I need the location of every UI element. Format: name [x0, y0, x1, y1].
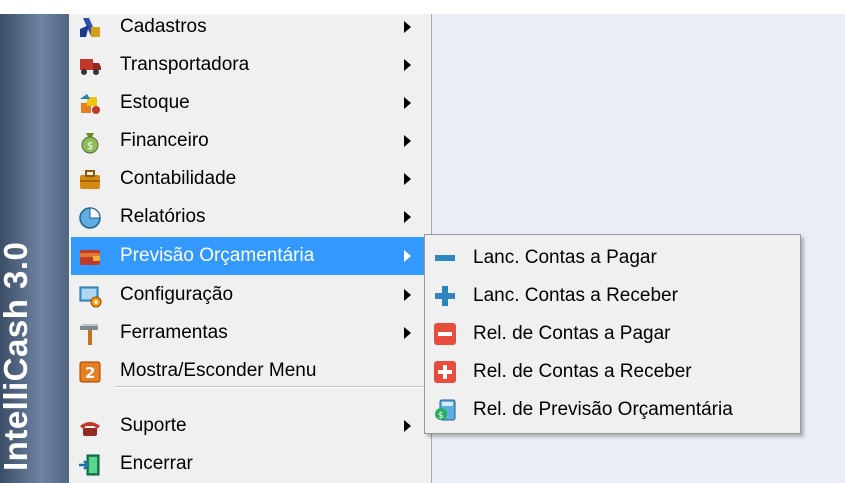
plus-icon: [433, 284, 457, 308]
submenu-previsao-orcamentaria: Lanc. Contas a Pagar Lanc. Contas a Rece…: [424, 234, 801, 434]
side-banner: IntelliCash 3.0: [0, 14, 69, 483]
menu-item-cadastros[interactable]: Cadastros: [71, 8, 429, 46]
settings-icon: [77, 283, 103, 309]
hammer-icon: [77, 321, 103, 347]
submenu-item-label: Rel. de Previsão Orçamentária: [473, 399, 733, 420]
submenu-arrow-icon: [404, 289, 411, 301]
menu-item-suporte[interactable]: Suporte: [71, 407, 429, 445]
registry-icon: [77, 15, 103, 41]
svg-text:$: $: [438, 411, 444, 421]
submenu-arrow-icon: [404, 135, 411, 147]
pie-chart-icon: [77, 205, 103, 231]
submenu-item-lanc-contas-a-pagar[interactable]: Lanc. Contas a Pagar: [427, 239, 797, 277]
menu-item-label: Suporte: [120, 415, 187, 436]
menu-separator: [115, 386, 427, 388]
submenu-arrow-icon: [404, 250, 411, 262]
briefcase-icon: [77, 167, 103, 193]
submenu-item-rel-contas-a-receber[interactable]: Rel. de Contas a Receber: [427, 353, 797, 391]
budget-calculator-icon: $: [433, 398, 457, 422]
svg-text:$: $: [87, 141, 93, 152]
banner-title: IntelliCash 3.0: [0, 241, 34, 471]
menu-item-label: Cadastros: [120, 16, 207, 37]
menu-item-configuracao[interactable]: Configuração: [71, 276, 429, 314]
menu-item-label: Mostra/Esconder Menu: [120, 360, 317, 381]
submenu-item-label: Rel. de Contas a Pagar: [473, 323, 671, 344]
menu-item-contabilidade[interactable]: Contabilidade: [71, 160, 429, 198]
submenu-item-rel-contas-a-pagar[interactable]: Rel. de Contas a Pagar: [427, 315, 797, 353]
menu-item-ferramentas[interactable]: Ferramentas: [71, 314, 429, 352]
menu-item-financeiro[interactable]: $ Financeiro: [71, 122, 429, 160]
submenu-arrow-icon: [404, 327, 411, 339]
submenu-arrow-icon: [404, 59, 411, 71]
menu-item-estoque[interactable]: Estoque: [71, 84, 429, 122]
menu-item-label: Estoque: [120, 92, 190, 113]
submenu-arrow-icon: [404, 21, 411, 33]
menu-item-relatorios[interactable]: Relatórios: [71, 198, 429, 236]
menu-item-encerrar[interactable]: Encerrar: [71, 445, 429, 483]
submenu-arrow-icon: [404, 173, 411, 185]
toggle-menu-icon: 2: [77, 359, 103, 385]
wallet-icon: [77, 244, 103, 270]
menu-item-label: Transportadora: [120, 54, 250, 75]
svg-text:2: 2: [85, 364, 95, 382]
menu-item-label: Ferramentas: [120, 322, 228, 343]
submenu-arrow-icon: [404, 211, 411, 223]
money-bag-icon: $: [77, 129, 103, 155]
menu-item-transportadora[interactable]: Transportadora: [71, 46, 429, 84]
menu-item-label: Encerrar: [120, 453, 193, 474]
plus-box-icon: [433, 360, 457, 384]
exit-door-icon: [77, 452, 103, 478]
submenu-item-lanc-contas-a-receber[interactable]: Lanc. Contas a Receber: [427, 277, 797, 315]
stock-icon: [77, 91, 103, 117]
minus-icon: [433, 246, 457, 270]
submenu-arrow-icon: [404, 420, 411, 432]
menu-item-label: Relatórios: [120, 206, 206, 227]
menu-item-label: Configuração: [120, 284, 234, 305]
submenu-item-label: Lanc. Contas a Receber: [473, 285, 678, 306]
menu-item-mostra-esconder-menu[interactable]: 2 Mostra/Esconder Menu: [71, 352, 429, 390]
menu-item-previsao-orcamentaria[interactable]: Previsão Orçamentária: [71, 237, 429, 275]
submenu-arrow-icon: [404, 97, 411, 109]
menu-item-label: Previsão Orçamentária: [120, 245, 315, 266]
menu-item-label: Contabilidade: [120, 168, 237, 189]
submenu-item-label: Lanc. Contas a Pagar: [473, 247, 657, 268]
menu-item-label: Financeiro: [120, 130, 209, 151]
submenu-item-rel-previsao-orcamentaria[interactable]: $ Rel. de Previsão Orçamentária: [427, 391, 797, 429]
minus-box-icon: [433, 322, 457, 346]
telephone-icon: [77, 414, 103, 440]
submenu-item-label: Rel. de Contas a Receber: [473, 361, 692, 382]
truck-icon: [77, 53, 103, 79]
